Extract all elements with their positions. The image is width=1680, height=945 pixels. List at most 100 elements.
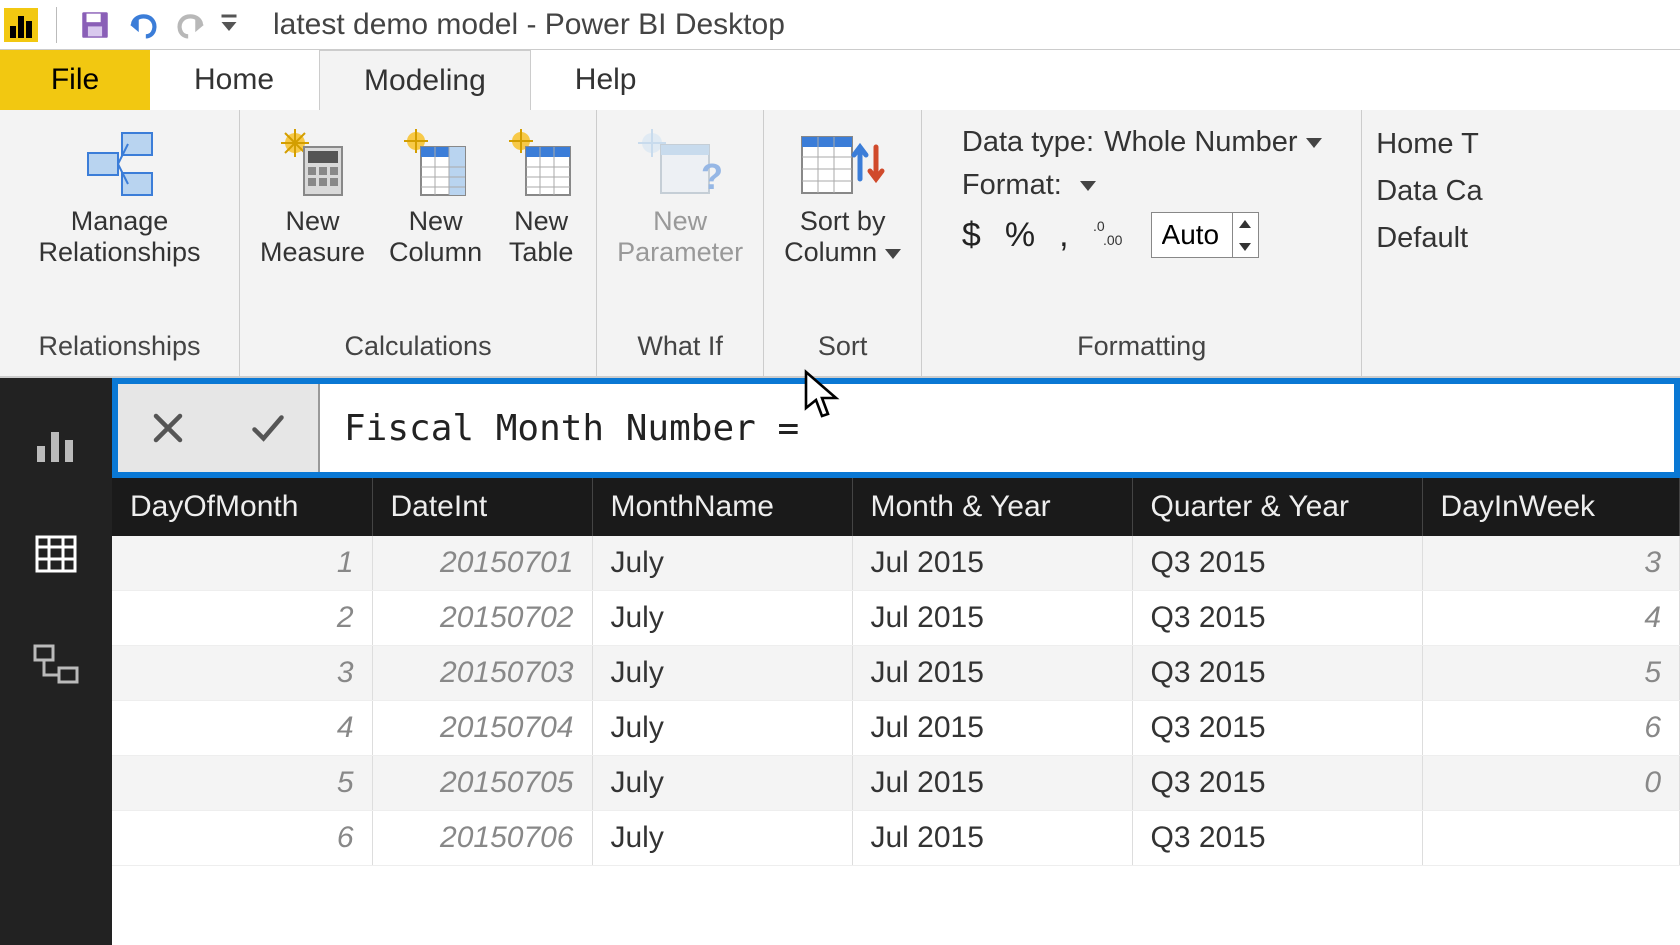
home-table-dropdown[interactable]: Home T <box>1376 128 1482 161</box>
cell-dayofmonth: 1 <box>112 536 372 591</box>
tab-modeling[interactable]: Modeling <box>319 50 531 110</box>
table-row[interactable]: 220150702JulyJul 2015Q3 20154 <box>112 591 1680 646</box>
group-sort-label: Sort <box>818 325 868 372</box>
content-area: Fiscal Month Number = DayOfMonth DateInt… <box>112 378 1680 945</box>
decimal-places-spinner[interactable] <box>1151 212 1259 258</box>
ribbon-tabs: File Home Modeling Help <box>0 50 1680 110</box>
undo-button[interactable] <box>119 8 167 42</box>
formula-input[interactable]: Fiscal Month Number = <box>320 384 1674 472</box>
cell-monthname: July <box>592 646 852 701</box>
col-dateint[interactable]: DateInt <box>372 478 592 536</box>
bar-chart-icon <box>31 418 81 468</box>
new-measure-icon <box>278 129 348 199</box>
table-row[interactable]: 620150706JulyJul 2015Q3 2015 <box>112 811 1680 866</box>
new-measure-button[interactable]: New Measure <box>254 122 371 272</box>
default-summarization-dropdown[interactable]: Default <box>1376 222 1482 255</box>
cell-dayofmonth: 4 <box>112 701 372 756</box>
ribbon: Manage Relationships Relationships N <box>0 110 1680 378</box>
cell-monthname: July <box>592 701 852 756</box>
window-title: latest demo model - Power BI Desktop <box>273 8 785 42</box>
col-dayofmonth[interactable]: DayOfMonth <box>112 478 372 536</box>
format-dropdown[interactable] <box>1072 169 1096 202</box>
left-nav <box>0 378 112 945</box>
table-row[interactable]: 520150705JulyJul 2015Q3 20150 <box>112 756 1680 811</box>
formula-commit-button[interactable] <box>218 410 318 446</box>
svg-text:.00: .00 <box>1103 232 1123 247</box>
format-label: Format: <box>962 169 1062 202</box>
col-monthname[interactable]: MonthName <box>592 478 852 536</box>
cell-dayofmonth: 6 <box>112 811 372 866</box>
data-type-dropdown[interactable]: Whole Number <box>1104 126 1321 159</box>
group-calculations: New Measure New Column <box>240 110 597 376</box>
cell-monthname: July <box>592 756 852 811</box>
new-table-label: New Table <box>509 206 574 268</box>
chevron-down-icon <box>220 13 238 37</box>
new-table-button[interactable]: New Table <box>500 122 582 272</box>
col-dayinweek[interactable]: DayInWeek <box>1422 478 1680 536</box>
tab-file[interactable]: File <box>0 50 150 110</box>
cell-dateint: 20150705 <box>372 756 592 811</box>
title-bar: latest demo model - Power BI Desktop <box>0 0 1680 50</box>
cell-dayinweek: 3 <box>1422 536 1680 591</box>
divider <box>56 7 57 43</box>
cell-dateint: 20150703 <box>372 646 592 701</box>
group-what-if: ? New Parameter What If <box>597 110 764 376</box>
cell-quarteryear: Q3 2015 <box>1132 756 1422 811</box>
cell-dayofmonth: 3 <box>112 646 372 701</box>
cell-dayofmonth: 5 <box>112 756 372 811</box>
formula-bar: Fiscal Month Number = <box>112 378 1680 478</box>
new-parameter-button: ? New Parameter <box>611 122 749 272</box>
nav-report-view[interactable] <box>31 418 81 473</box>
cell-dayinweek: 4 <box>1422 591 1680 646</box>
comma-button[interactable]: , <box>1059 216 1068 255</box>
sort-by-column-label: Sort by Column <box>784 206 901 268</box>
data-table: DayOfMonth DateInt MonthName Month & Yea… <box>112 478 1680 866</box>
table-row[interactable]: 120150701JulyJul 2015Q3 20153 <box>112 536 1680 591</box>
table-row[interactable]: 320150703JulyJul 2015Q3 20155 <box>112 646 1680 701</box>
check-icon <box>248 410 288 446</box>
tab-help[interactable]: Help <box>531 50 682 110</box>
cell-dayinweek: 6 <box>1422 701 1680 756</box>
new-measure-label: New Measure <box>260 206 365 268</box>
data-type-label: Data type: <box>962 126 1094 159</box>
cell-monthyear: Jul 2015 <box>852 756 1132 811</box>
qat-customize-button[interactable] <box>215 13 243 37</box>
table-row[interactable]: 420150704JulyJul 2015Q3 20156 <box>112 701 1680 756</box>
nav-data-view[interactable] <box>31 529 81 584</box>
cell-monthname: July <box>592 811 852 866</box>
app-logo-icon <box>4 8 38 42</box>
decimal-places-input[interactable] <box>1152 219 1232 251</box>
decimal-icon: .0.00 <box>1093 217 1127 254</box>
cell-monthname: July <box>592 536 852 591</box>
save-icon <box>78 8 112 42</box>
cell-monthname: July <box>592 591 852 646</box>
cell-monthyear: Jul 2015 <box>852 701 1132 756</box>
data-category-dropdown[interactable]: Data Ca <box>1376 175 1482 208</box>
new-column-button[interactable]: New Column <box>383 122 488 272</box>
save-button[interactable] <box>71 8 119 42</box>
cell-quarteryear: Q3 2015 <box>1132 591 1422 646</box>
currency-button[interactable]: $ <box>962 216 981 255</box>
redo-button[interactable] <box>167 8 215 42</box>
col-monthyear[interactable]: Month & Year <box>852 478 1132 536</box>
sort-icon <box>798 129 888 199</box>
group-calculations-label: Calculations <box>345 325 492 372</box>
percent-button[interactable]: % <box>1005 216 1035 255</box>
group-sort: Sort by Column Sort <box>764 110 922 376</box>
spinner-arrows[interactable] <box>1232 212 1258 258</box>
manage-relationships-button[interactable]: Manage Relationships <box>32 122 206 272</box>
tab-home[interactable]: Home <box>150 50 319 110</box>
col-quarteryear[interactable]: Quarter & Year <box>1132 478 1422 536</box>
cell-dayofmonth: 2 <box>112 591 372 646</box>
cell-dayinweek: 0 <box>1422 756 1680 811</box>
group-relationships-label: Relationships <box>38 325 200 372</box>
nav-model-view[interactable] <box>31 640 81 695</box>
cell-monthyear: Jul 2015 <box>852 646 1132 701</box>
formula-cancel-button[interactable] <box>118 410 218 446</box>
new-parameter-label: New Parameter <box>617 206 743 268</box>
model-icon <box>31 640 81 690</box>
sort-by-column-button[interactable]: Sort by Column <box>778 122 907 272</box>
main-area: Fiscal Month Number = DayOfMonth DateInt… <box>0 378 1680 945</box>
cell-monthyear: Jul 2015 <box>852 591 1132 646</box>
cell-quarteryear: Q3 2015 <box>1132 811 1422 866</box>
